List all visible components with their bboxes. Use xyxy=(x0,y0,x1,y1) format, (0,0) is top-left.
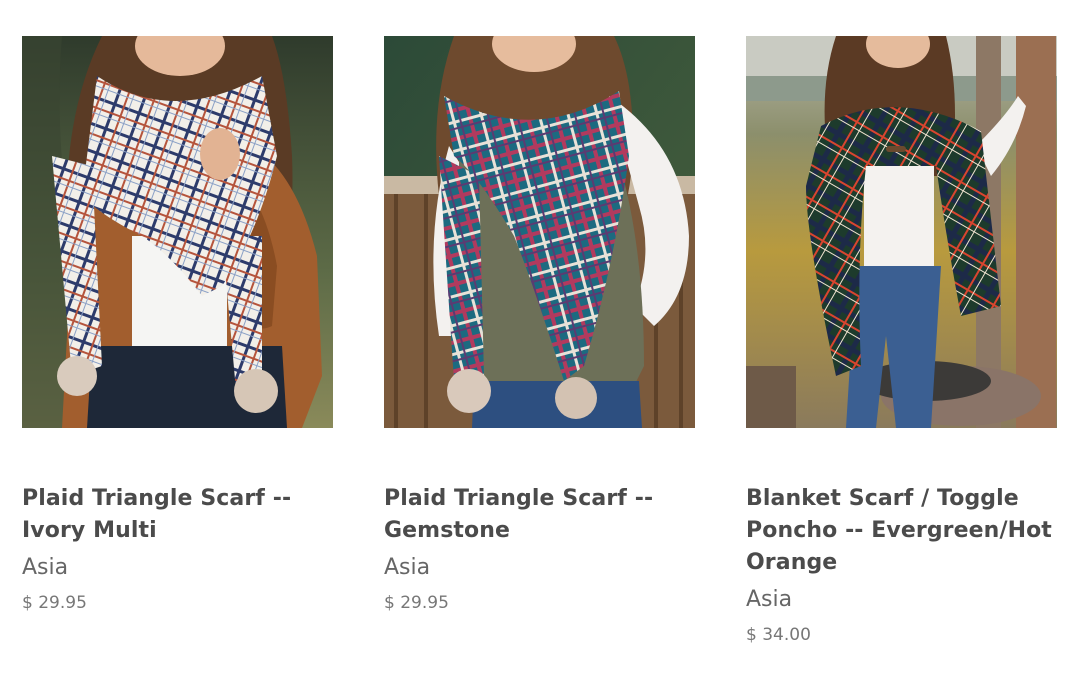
product-card: Plaid Triangle Scarf -- Ivory Multi Asia… xyxy=(22,36,333,613)
product-card: Plaid Triangle Scarf -- Gemstone Asia $ … xyxy=(384,36,695,613)
product-title[interactable]: Plaid Triangle Scarf -- Ivory Multi xyxy=(22,483,333,547)
product-vendor: Asia xyxy=(384,555,431,580)
product-price: $ 34.00 xyxy=(746,625,811,645)
product-image xyxy=(384,36,695,428)
product-title[interactable]: Blanket Scarf / Toggle Poncho -- Evergre… xyxy=(746,483,1057,579)
product-image xyxy=(22,36,333,428)
product-image-link[interactable] xyxy=(22,36,333,428)
product-vendor: Asia xyxy=(746,587,793,612)
product-grid: Plaid Triangle Scarf -- Ivory Multi Asia… xyxy=(0,0,1088,684)
product-image-link[interactable] xyxy=(384,36,695,428)
product-price: $ 29.95 xyxy=(384,593,449,613)
product-image-link[interactable] xyxy=(746,36,1057,428)
product-title[interactable]: Plaid Triangle Scarf -- Gemstone xyxy=(384,483,695,547)
product-price: $ 29.95 xyxy=(22,593,87,613)
product-card: Blanket Scarf / Toggle Poncho -- Evergre… xyxy=(746,36,1057,645)
product-vendor: Asia xyxy=(22,555,69,580)
product-image xyxy=(746,36,1057,428)
